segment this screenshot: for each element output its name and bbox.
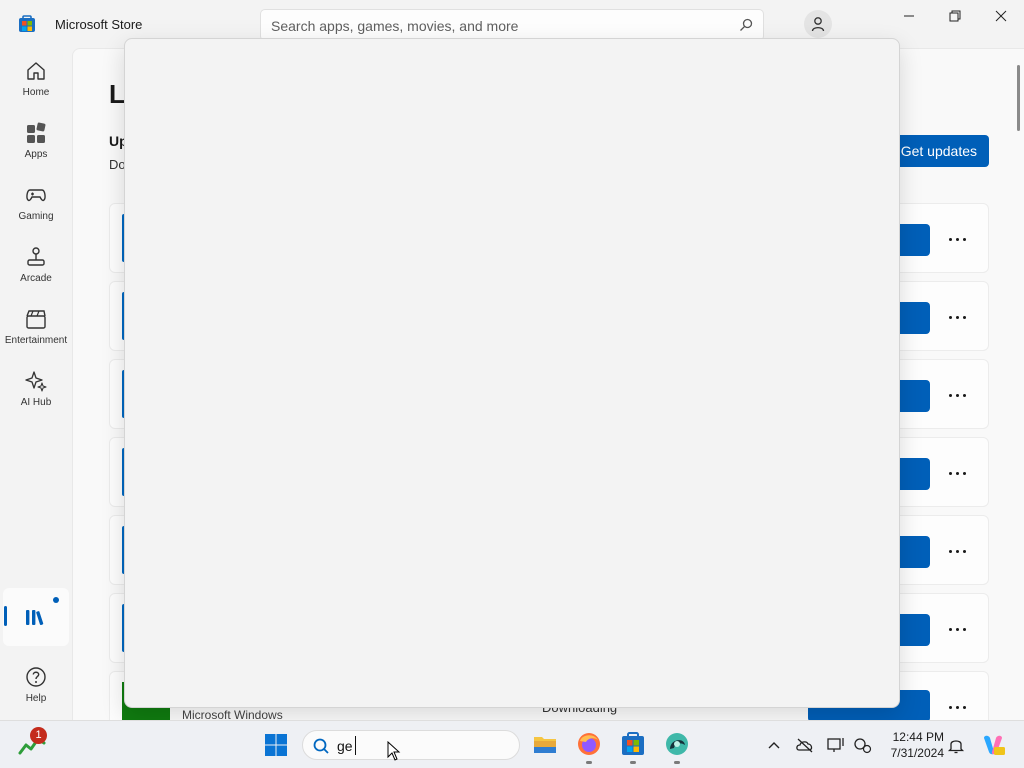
taskbar-search-text[interactable]: ge xyxy=(337,738,353,754)
restore-icon xyxy=(949,10,961,22)
selected-indicator xyxy=(4,606,7,626)
account-avatar[interactable] xyxy=(804,10,832,38)
nav-item-ai-hub[interactable]: AI Hub xyxy=(0,366,72,422)
file-explorer-icon xyxy=(534,737,556,753)
home-icon xyxy=(27,62,45,80)
taskbar: 1 ge 12:44 PM 7/31/2024 xyxy=(0,720,1024,768)
mouse-cursor-icon xyxy=(387,741,401,761)
running-indicator xyxy=(630,761,636,764)
more-options-button[interactable] xyxy=(948,306,974,328)
running-indicator xyxy=(586,761,592,764)
nav-item-gaming[interactable]: Gaming xyxy=(0,180,72,236)
windows-start-icon[interactable] xyxy=(264,733,288,757)
edge-canary-icon xyxy=(666,733,688,755)
close-button[interactable] xyxy=(978,0,1024,32)
nav-label-help: Help xyxy=(25,693,47,704)
nav-item-apps[interactable]: Apps xyxy=(0,118,72,174)
search-icon[interactable] xyxy=(739,18,753,32)
taskbar-search-box[interactable]: ge xyxy=(302,730,520,760)
taskbar-microsoft-store[interactable] xyxy=(620,731,646,764)
nav-item-help[interactable]: Help xyxy=(0,662,72,718)
onedrive-offline-icon[interactable] xyxy=(795,735,815,755)
apps-icon xyxy=(27,122,46,143)
left-navigation: Home Apps Gaming Arcade Entertainment AI… xyxy=(0,48,72,720)
nav-label-arcade: Arcade xyxy=(20,273,52,284)
network-status-icon[interactable] xyxy=(852,735,872,755)
update-button[interactable] xyxy=(900,536,930,568)
update-button[interactable] xyxy=(900,458,930,490)
person-icon xyxy=(811,17,825,32)
more-options-button[interactable] xyxy=(948,462,974,484)
nav-item-arcade[interactable]: Arcade xyxy=(0,242,72,298)
more-options-button[interactable] xyxy=(948,540,974,562)
library-icon xyxy=(26,610,44,626)
search-input[interactable] xyxy=(271,16,721,36)
restore-button[interactable] xyxy=(932,0,978,32)
joystick-icon xyxy=(27,247,45,266)
nav-item-home[interactable]: Home xyxy=(0,56,72,112)
clapperboard-icon xyxy=(26,310,46,329)
microsoft-store-logo-icon xyxy=(19,15,35,32)
nav-label-apps: Apps xyxy=(24,149,48,160)
more-options-button[interactable] xyxy=(948,618,974,640)
search-icon xyxy=(313,738,329,754)
close-icon xyxy=(995,10,1007,22)
nav-item-library[interactable] xyxy=(3,588,69,646)
scrollbar-thumb[interactable] xyxy=(1017,65,1020,131)
text-caret xyxy=(355,736,356,755)
system-clock[interactable]: 12:44 PM 7/31/2024 xyxy=(880,729,944,761)
minimize-button[interactable] xyxy=(886,0,932,32)
clock-date: 7/31/2024 xyxy=(890,746,944,760)
nav-label-gaming: Gaming xyxy=(18,211,54,222)
taskbar-firefox[interactable] xyxy=(576,731,602,764)
app-title: Microsoft Store xyxy=(55,17,143,32)
running-indicator xyxy=(674,761,680,764)
sparkle-icon xyxy=(25,371,47,392)
display-settings-icon[interactable] xyxy=(826,735,846,755)
update-dot-badge xyxy=(53,597,59,603)
store-search-box[interactable] xyxy=(260,9,764,41)
minimize-icon xyxy=(904,15,914,17)
taskbar-edge-canary[interactable] xyxy=(664,731,690,764)
notification-bell-icon[interactable] xyxy=(946,735,966,755)
more-options-button[interactable] xyxy=(948,384,974,406)
more-options-button[interactable] xyxy=(948,696,974,718)
taskbar-file-explorer[interactable] xyxy=(532,731,558,757)
nav-label-entertainment: Entertainment xyxy=(4,335,68,346)
gamepad-icon xyxy=(26,189,46,202)
overlay-panel xyxy=(124,38,900,708)
update-button[interactable] xyxy=(900,302,930,334)
nav-label-home: Home xyxy=(22,87,50,98)
update-button[interactable] xyxy=(900,380,930,412)
update-button[interactable] xyxy=(900,614,930,646)
notification-badge: 1 xyxy=(30,727,47,744)
firefox-icon xyxy=(578,733,600,755)
chevron-up-icon[interactable] xyxy=(764,735,784,755)
copilot-icon[interactable] xyxy=(980,732,1006,758)
nav-label-ai-hub: AI Hub xyxy=(20,397,52,408)
update-button[interactable] xyxy=(900,224,930,256)
nav-item-entertainment[interactable]: Entertainment xyxy=(0,304,72,360)
help-icon xyxy=(26,667,46,687)
more-options-button[interactable] xyxy=(948,228,974,250)
microsoft-store-icon xyxy=(622,732,644,755)
clock-time: 12:44 PM xyxy=(892,730,944,744)
app-publisher: Microsoft Windows xyxy=(182,708,283,720)
